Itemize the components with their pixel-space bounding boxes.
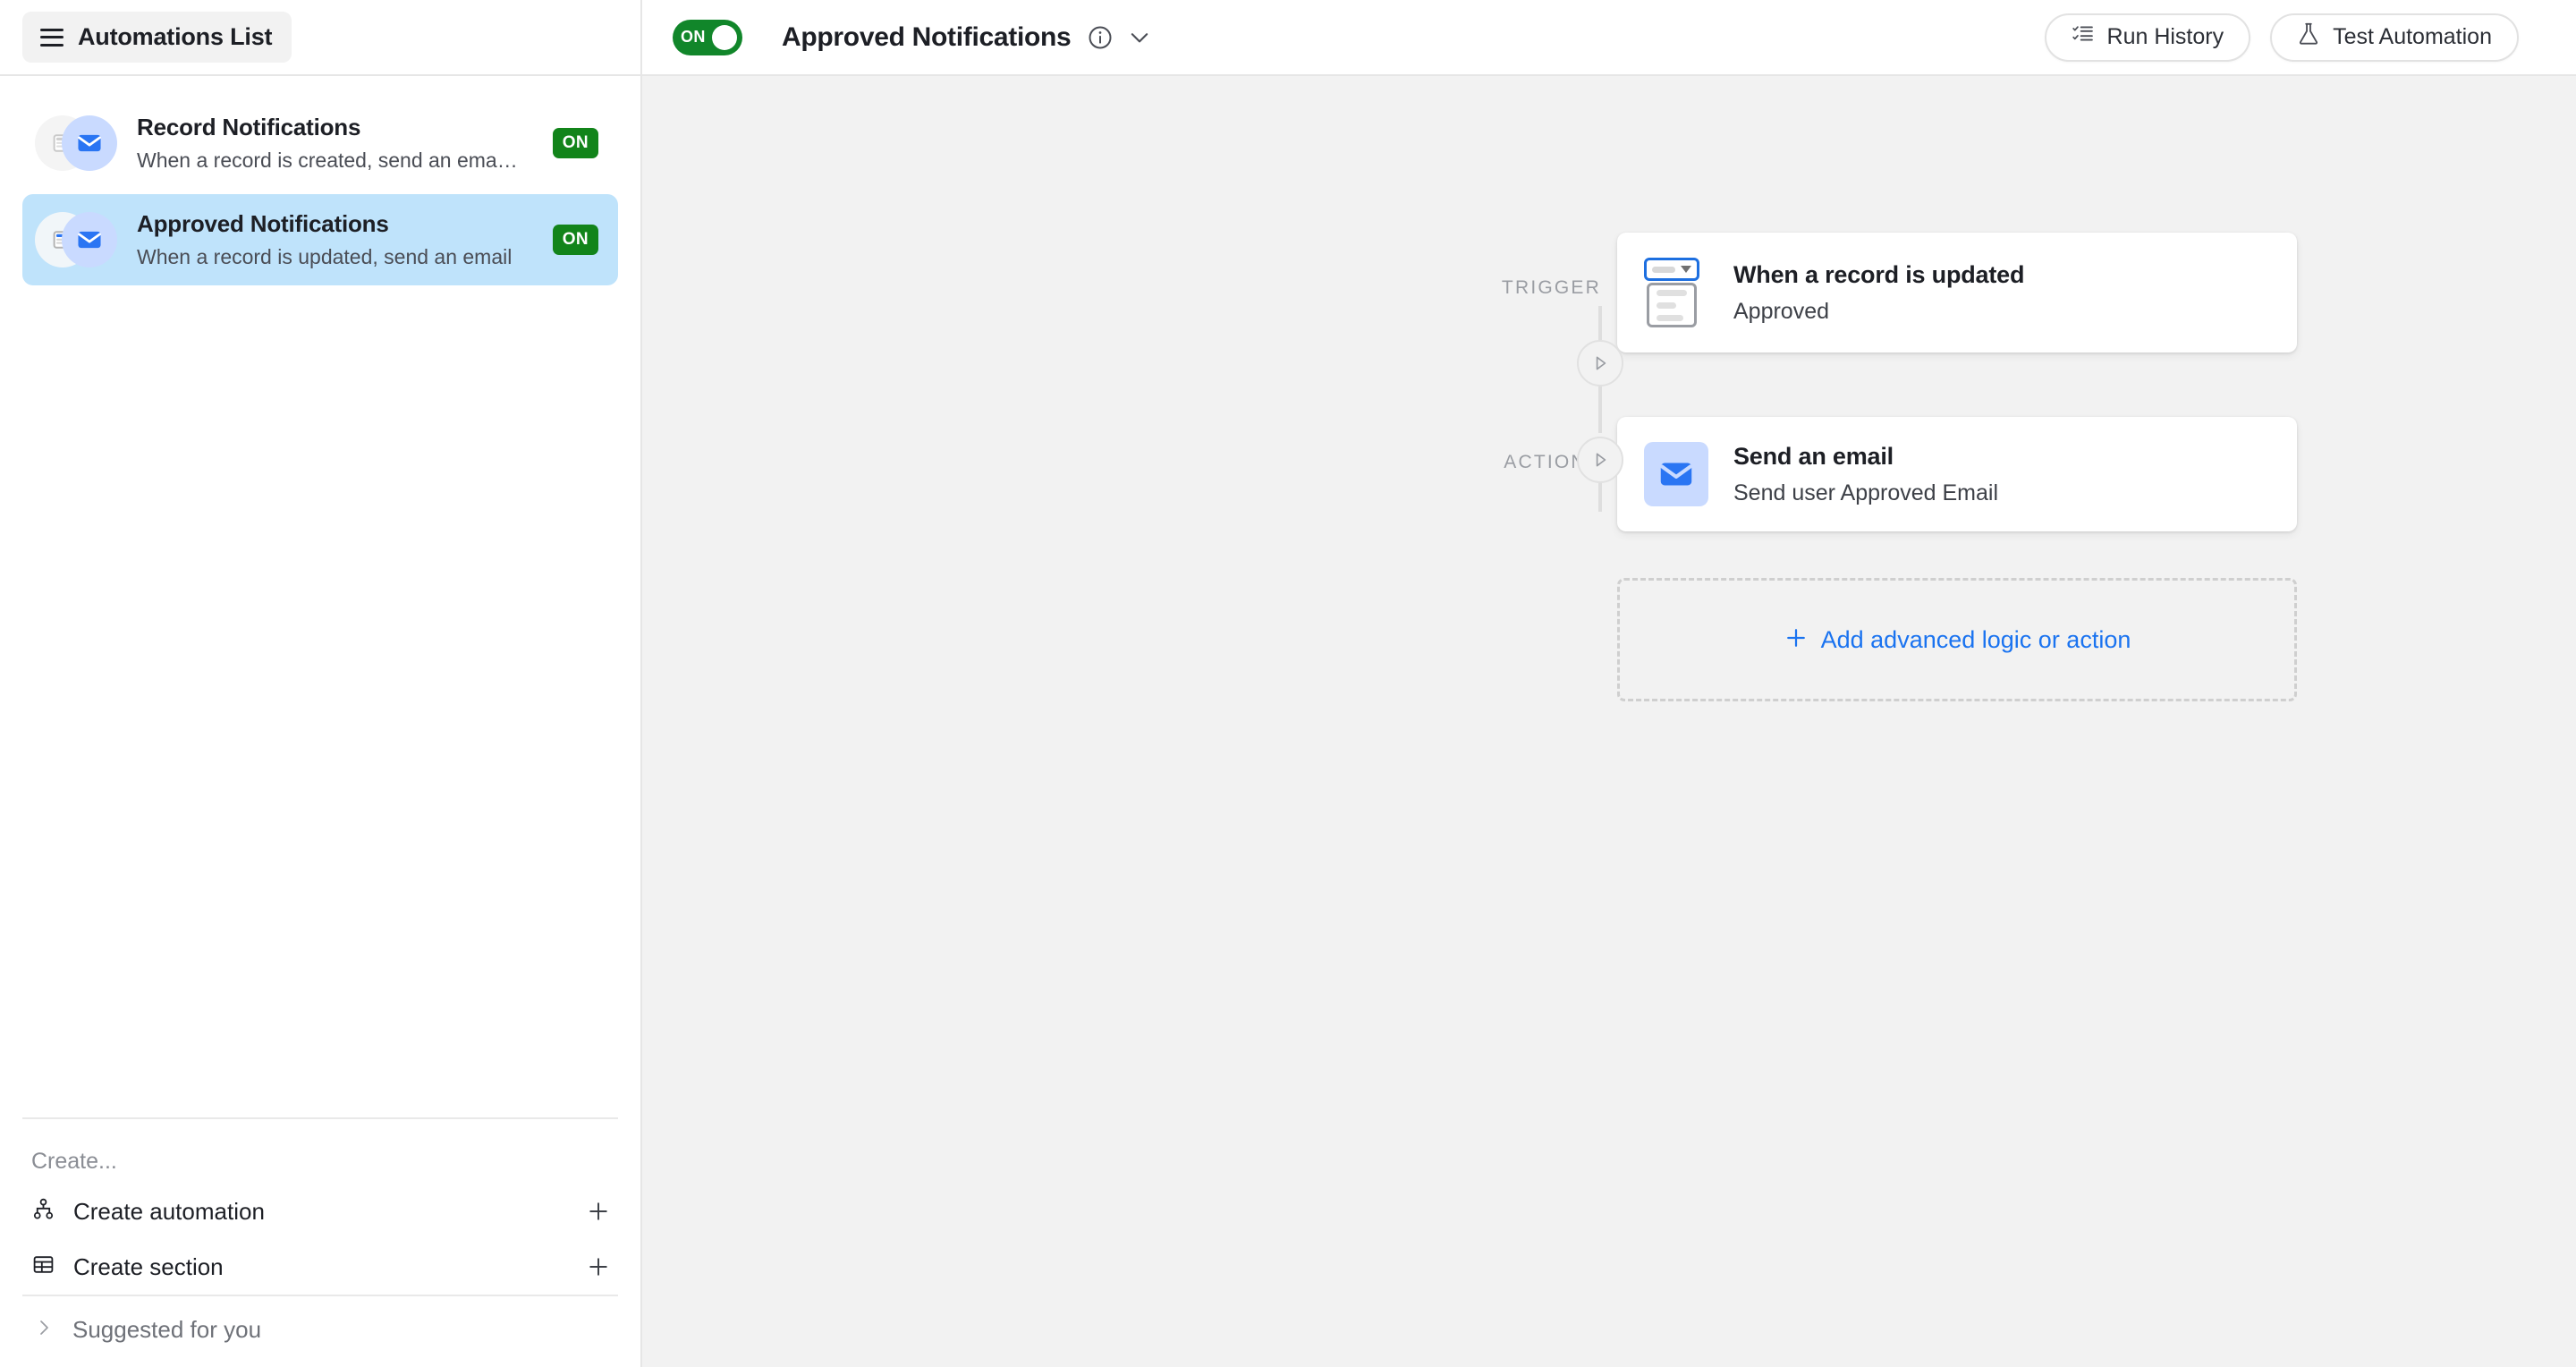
table-icon — [31, 1252, 55, 1281]
automation-description: When a record is updated, send an email — [137, 245, 513, 268]
top-bar-main: ON Approved Notifications Run History Te… — [642, 0, 2576, 74]
rail-line-segment — [1598, 481, 1602, 512]
create-section-label-row: Create section — [73, 1252, 224, 1280]
info-circle-icon[interactable] — [1087, 24, 1114, 51]
add-advanced-logic-button[interactable]: Add advanced logic or action — [1617, 578, 2297, 701]
status-badge: ON — [552, 128, 598, 158]
trigger-card-title: When a record is updated — [1733, 260, 2025, 288]
rail-line-segment — [1598, 306, 1602, 340]
top-bar-actions: Run History Test Automation — [2044, 13, 2546, 62]
automations-list-button[interactable]: Automations List — [22, 12, 292, 63]
toggle-knob — [712, 24, 737, 50]
hamburger-icon — [40, 28, 64, 47]
run-history-label: Run History — [2106, 24, 2224, 49]
toggle-state-label: ON — [681, 28, 706, 46]
suggested-for-you-label: Suggested for you — [72, 1316, 262, 1343]
email-icon — [62, 115, 117, 171]
plus-icon[interactable] — [586, 1199, 611, 1224]
automation-enabled-toggle[interactable]: ON — [673, 19, 742, 55]
action-card[interactable]: Send an email Send user Approved Email — [1617, 417, 2297, 531]
trigger-card-text: When a record is updated Approved — [1733, 261, 2024, 325]
automations-list: Record Notifications When a record is cr… — [0, 76, 640, 1117]
action-card-text: Send an email Send user Approved Email — [1733, 443, 1998, 506]
run-history-button[interactable]: Run History — [2044, 13, 2251, 62]
sitemap-icon — [31, 1197, 55, 1226]
flow-cards: When a record is updated Approved Send a… — [1617, 233, 2297, 701]
rail-label-trigger: TRIGGER — [1501, 277, 1601, 298]
create-automation-row[interactable]: Create automation — [22, 1184, 618, 1239]
trigger-play-button[interactable] — [1577, 340, 1623, 386]
checklist-icon — [2072, 22, 2095, 52]
page-title: Approved Notifications — [782, 21, 1072, 52]
suggested-for-you-row[interactable]: Suggested for you — [22, 1296, 618, 1367]
list-item[interactable]: Record Notifications When a record is cr… — [22, 98, 618, 189]
automation-description: When a record is created, send an ema… — [137, 149, 518, 172]
email-icon — [1644, 442, 1708, 506]
automation-text: Record Notifications When a record is cr… — [137, 114, 540, 173]
automation-name: Record Notifications — [137, 114, 361, 140]
chevron-right-icon — [33, 1317, 55, 1343]
sidebar: Record Notifications When a record is cr… — [0, 76, 642, 1367]
add-advanced-logic-label: Add advanced logic or action — [1820, 625, 2131, 653]
play-icon — [1596, 356, 1606, 370]
top-bar-left: Automations List — [0, 0, 642, 74]
create-section-label: Create... — [31, 1149, 117, 1174]
create-automation-label: Create automation — [73, 1197, 265, 1225]
plus-icon[interactable] — [586, 1254, 611, 1279]
automation-app: Automations List ON Approved Notificatio… — [0, 0, 2576, 1367]
automation-name: Approved Notifications — [137, 210, 389, 237]
action-card-title: Send an email — [1733, 442, 1894, 470]
automation-text: Approved Notifications When a record is … — [137, 210, 540, 269]
status-badge: ON — [552, 225, 598, 255]
record-updated-icon — [1644, 258, 1708, 327]
app-body: Record Notifications When a record is cr… — [0, 76, 2576, 1367]
action-card-subtitle: Send user Approved Email — [1733, 480, 1999, 505]
create-section-row[interactable]: Create section — [22, 1239, 618, 1295]
flow-canvas: TRIGGER ACTIONS When a record is updated… — [642, 76, 2576, 1367]
top-bar: Automations List ON Approved Notificatio… — [0, 0, 2576, 76]
sidebar-bottom: Create... Create automation Create secti… — [0, 1117, 640, 1367]
flow-rail: TRIGGER ACTIONS — [1501, 233, 1623, 701]
plus-icon — [1784, 625, 1809, 655]
automation-icons — [35, 212, 117, 267]
email-icon — [62, 212, 117, 267]
automations-list-label: Automations List — [78, 23, 273, 50]
action-play-button[interactable] — [1577, 437, 1623, 483]
trigger-card-subtitle: Approved — [1733, 298, 1830, 324]
trigger-card[interactable]: When a record is updated Approved — [1617, 233, 2297, 352]
play-icon — [1596, 453, 1606, 467]
rail-line-segment — [1598, 386, 1602, 433]
automation-icons — [35, 115, 117, 171]
chevron-down-icon[interactable] — [1126, 24, 1153, 51]
flask-icon — [2297, 21, 2320, 53]
flow-container: TRIGGER ACTIONS When a record is updated… — [1501, 233, 2297, 701]
test-automation-button[interactable]: Test Automation — [2270, 13, 2519, 62]
test-automation-label: Test Automation — [2333, 24, 2492, 49]
list-item[interactable]: Approved Notifications When a record is … — [22, 194, 618, 285]
